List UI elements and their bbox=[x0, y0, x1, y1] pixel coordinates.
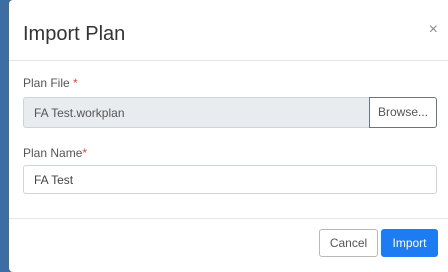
plan-name-label-text: Plan Name bbox=[23, 146, 83, 160]
cancel-button[interactable]: Cancel bbox=[319, 229, 378, 257]
plan-file-input[interactable]: FA Test.workplan bbox=[23, 97, 369, 128]
required-marker: * bbox=[82, 146, 88, 160]
import-button[interactable]: Import bbox=[381, 229, 438, 257]
dialog-header: Import Plan × bbox=[9, 0, 448, 61]
plan-file-label: Plan File * bbox=[23, 76, 78, 90]
plan-file-label-text: Plan File bbox=[23, 76, 70, 90]
required-marker: * bbox=[73, 76, 78, 90]
browse-button[interactable]: Browse... bbox=[369, 97, 437, 128]
plan-name-input[interactable]: FA Test bbox=[23, 165, 437, 194]
close-icon[interactable]: × bbox=[429, 21, 438, 39]
dialog-footer: Cancel Import bbox=[9, 218, 448, 272]
dialog-title: Import Plan bbox=[23, 23, 126, 45]
plan-name-label: Plan Name* bbox=[23, 146, 87, 160]
import-plan-dialog: Import Plan × Plan File * FA Test.workpl… bbox=[9, 0, 448, 272]
